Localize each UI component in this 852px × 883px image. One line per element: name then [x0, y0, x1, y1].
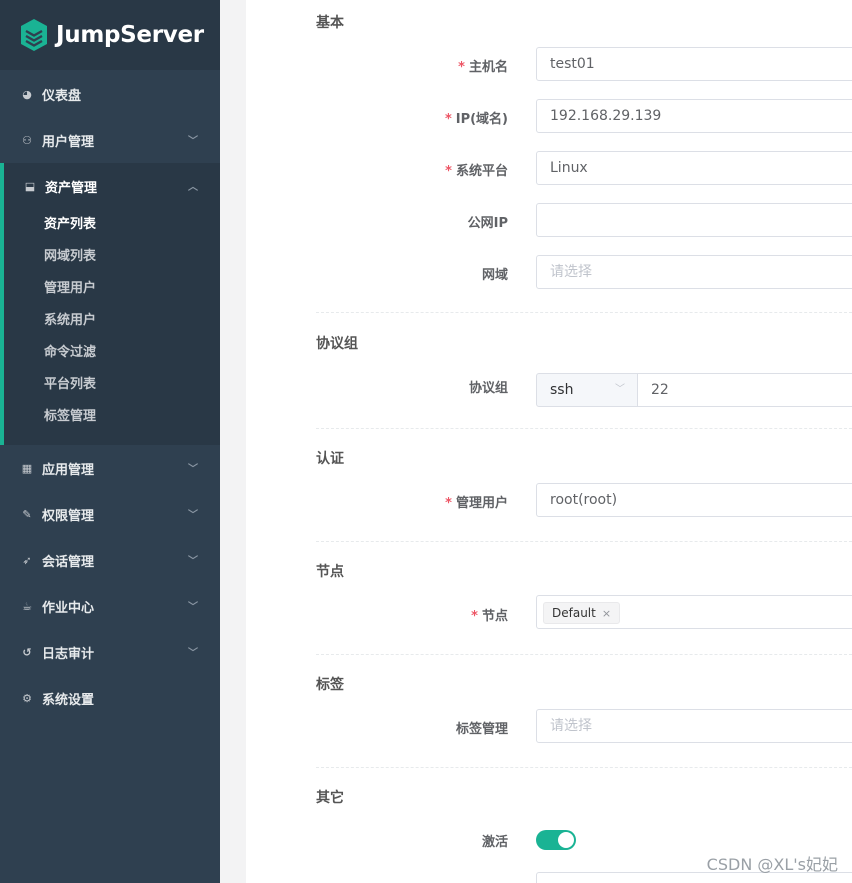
required-mark: *	[445, 496, 452, 511]
node-select[interactable]: Default ×	[536, 595, 852, 629]
sidebar-item-label: 会话管理	[42, 554, 95, 570]
sidebar-item-label: 权限管理	[42, 508, 95, 524]
sidebar-item-permissions[interactable]: ✎ 权限管理 ﹀	[0, 491, 220, 537]
platform-select[interactable]: Linux	[536, 151, 852, 185]
asset-form: 基本 * 主机名 test01 * IP(域名) 192.168.29.139 * 系…	[246, 0, 852, 883]
grid-icon: ▦	[21, 461, 33, 475]
domain-select[interactable]: 请选择	[536, 255, 852, 289]
switch-knob	[558, 832, 574, 848]
sidebar-item-label: 应用管理	[42, 462, 95, 478]
section-divider	[316, 654, 852, 655]
submenu-item-platforms[interactable]: 平台列表	[4, 369, 220, 401]
submenu-item-system-users[interactable]: 系统用户	[4, 305, 220, 337]
labels-label: 标签管理	[455, 722, 508, 737]
sidebar-item-settings[interactable]: ⚙ 系统设置	[0, 675, 220, 721]
admin-user-label: * 管理用户	[445, 496, 508, 511]
sidebar-item-applications[interactable]: ▦ 应用管理 ﹀	[0, 445, 220, 491]
labels-select[interactable]: 请选择	[536, 709, 852, 743]
sidebar-item-audits[interactable]: ↺ 日志审计 ﹀	[0, 629, 220, 675]
sidebar-item-label: 资产管理	[45, 180, 98, 196]
logo[interactable]: JumpServer	[0, 0, 220, 70]
active-label: 激活	[481, 835, 508, 850]
section-title-protocols: 协议组	[316, 336, 358, 352]
chevron-down-icon: ﹀	[188, 136, 198, 147]
required-mark: *	[458, 60, 465, 75]
edit-icon: ✎	[22, 507, 32, 521]
content-gutter	[220, 0, 246, 883]
sidebar-item-assets[interactable]: ⬓ 资产管理 ︿	[4, 163, 220, 209]
gears-icon: ⚙	[22, 691, 32, 705]
section-title-auth: 认证	[316, 451, 344, 467]
asset-submenu: 资产列表 网域列表 管理用户 系统用户 命令过滤 平台列表 标签管理	[4, 209, 220, 445]
sidebar-item-label: 系统设置	[42, 692, 95, 708]
chevron-up-icon: ︿	[188, 182, 198, 193]
submenu-item-domain-list[interactable]: 网域列表	[4, 241, 220, 273]
sidebar-item-dashboard[interactable]: ◕ 仪表盘	[0, 71, 220, 117]
public-ip-label: 公网IP	[467, 216, 508, 231]
admin-user-select[interactable]: root(root)	[536, 483, 852, 517]
watermark: CSDN @XL's妃妃	[706, 855, 838, 874]
submenu-item-asset-list[interactable]: 资产列表	[4, 209, 220, 241]
protocol-select[interactable]: ssh ﹀	[536, 373, 638, 407]
submenu-item-command-filters[interactable]: 命令过滤	[4, 337, 220, 369]
protocol-name: ssh	[550, 382, 574, 398]
jumpserver-logo-icon	[20, 18, 48, 52]
rocket-icon: ➶	[22, 553, 32, 567]
protocol-label: 协议组	[468, 381, 508, 396]
section-divider	[316, 428, 852, 429]
ip-input[interactable]: 192.168.29.139	[536, 99, 852, 133]
required-mark: *	[471, 609, 478, 624]
dashboard-icon: ◕	[22, 87, 32, 101]
sidebar-item-label: 用户管理	[42, 134, 95, 150]
chevron-down-icon: ﹀	[615, 384, 625, 395]
inbox-icon: ⬓	[24, 179, 36, 193]
section-divider	[316, 541, 852, 542]
coffee-icon: ☕	[22, 599, 32, 613]
active-switch[interactable]	[536, 830, 576, 850]
chevron-down-icon: ﹀	[188, 648, 198, 659]
section-title-node: 节点	[316, 564, 344, 580]
hostname-input[interactable]: test01	[536, 47, 852, 81]
hostname-label: * 主机名	[458, 60, 508, 75]
section-divider	[316, 767, 852, 768]
sidebar-item-label: 仪表盘	[42, 88, 82, 104]
chevron-down-icon: ﹀	[188, 556, 198, 567]
node-tag-label: Default	[552, 606, 596, 620]
node-tag: Default ×	[543, 602, 621, 624]
close-icon[interactable]: ×	[602, 607, 611, 620]
sidebar-item-users[interactable]: ⚇ 用户管理 ﹀	[0, 117, 220, 163]
public-ip-input[interactable]	[536, 203, 852, 237]
sidebar: JumpServer ◕ 仪表盘 ⚇ 用户管理 ﹀ ⬓ 资产管理 ︿ 资产列表 …	[0, 0, 220, 883]
sidebar-group-assets: ⬓ 资产管理 ︿ 资产列表 网域列表 管理用户 系统用户 命令过滤 平台列表 标…	[0, 163, 220, 445]
logo-text: JumpServer	[56, 22, 204, 48]
node-label: * 节点	[471, 609, 508, 624]
chevron-down-icon: ﹀	[188, 464, 198, 475]
section-title-basic: 基本	[316, 15, 344, 31]
chevron-down-icon: ﹀	[188, 510, 198, 521]
section-title-labels: 标签	[316, 677, 344, 693]
domain-label: 网域	[481, 268, 508, 283]
sidebar-item-label: 日志审计	[42, 646, 95, 662]
protocol-port-input[interactable]: 22	[637, 373, 852, 407]
submenu-item-admin-users[interactable]: 管理用户	[4, 273, 220, 305]
users-icon: ⚇	[22, 133, 32, 147]
section-divider	[316, 312, 852, 313]
platform-label: * 系统平台	[445, 164, 508, 179]
chevron-down-icon: ﹀	[188, 602, 198, 613]
sidebar-item-ops[interactable]: ☕ 作业中心 ﹀	[0, 583, 220, 629]
section-title-other: 其它	[316, 790, 344, 806]
sidebar-item-label: 作业中心	[42, 600, 95, 616]
required-mark: *	[445, 164, 452, 179]
history-icon: ↺	[22, 645, 32, 659]
required-mark: *	[444, 112, 452, 127]
ip-label: * IP(域名)	[444, 112, 508, 127]
sidebar-item-sessions[interactable]: ➶ 会话管理 ﹀	[0, 537, 220, 583]
submenu-item-labels[interactable]: 标签管理	[4, 401, 220, 433]
